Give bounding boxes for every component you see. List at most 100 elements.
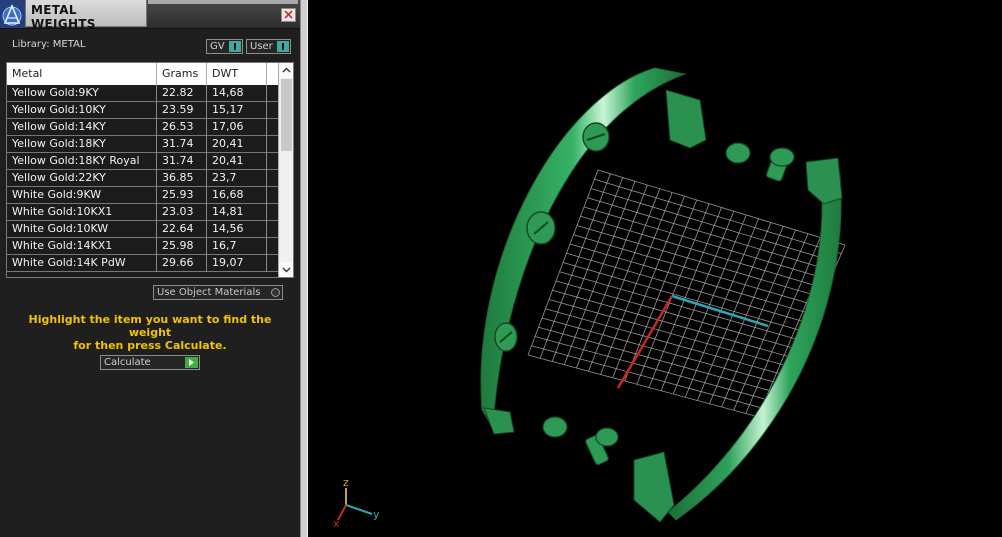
panel-divider[interactable] (300, 0, 308, 537)
scroll-down-button[interactable] (279, 262, 293, 277)
table-row[interactable]: White Gold:14KX1 25.98 16,7 (7, 238, 278, 255)
cell-divider (156, 255, 157, 272)
use-object-materials-label: Use Object Materials (157, 287, 261, 298)
user-toggle-indicator (277, 41, 289, 52)
y-axis-line (671, 294, 769, 328)
metal-table: Metal Grams DWT Yellow Gold:9KY 22.82 14,6… (6, 62, 294, 278)
dwt-cell: 20,41 (212, 137, 244, 150)
clasp-part-right (805, 157, 843, 205)
grams-cell: 31.74 (162, 154, 194, 167)
header-divider (206, 63, 207, 85)
cell-divider (266, 136, 267, 153)
instructions-line: Highlight the item you want to find the … (28, 313, 272, 339)
cell-divider (206, 238, 207, 255)
column-header-metal[interactable]: Metal (12, 67, 42, 80)
triad-y-label: y (373, 508, 380, 521)
metal-cell: Yellow Gold:22KY (12, 171, 106, 184)
calculate-arrow-button[interactable] (185, 357, 198, 368)
grams-cell: 36.85 (162, 171, 194, 184)
table-row[interactable]: Yellow Gold:18KY 31.74 20,41 (7, 136, 278, 153)
cell-divider (156, 238, 157, 255)
header-divider (266, 63, 267, 85)
calculate-arrow-icon (189, 359, 194, 366)
cell-divider (206, 170, 207, 187)
instructions-text: Highlight the item you want to find the … (10, 313, 290, 352)
cell-divider (156, 153, 157, 170)
table-scrollbar[interactable] (278, 63, 293, 277)
titlebar-strip (148, 0, 298, 4)
table-header: Metal Grams DWT (7, 63, 278, 85)
use-object-materials-option[interactable]: Use Object Materials (153, 285, 283, 300)
cell-divider (266, 119, 267, 136)
app-logo-icon (0, 0, 26, 28)
dwt-cell: 19,07 (212, 256, 244, 269)
table-row[interactable]: Yellow Gold:18KY Royal 31.74 20,41 (7, 153, 278, 170)
cell-divider (206, 187, 207, 204)
cell-divider (156, 119, 157, 136)
column-header-dwt[interactable]: DWT (212, 67, 238, 80)
panel-title-tab[interactable]: METAL WEIGHTS (25, 0, 147, 31)
library-label: Library: METAL (12, 39, 86, 50)
table-row[interactable]: Yellow Gold:10KY 23.59 15,17 (7, 102, 278, 119)
dwt-cell: 14,56 (212, 222, 244, 235)
close-icon (284, 10, 293, 19)
cell-divider (266, 221, 267, 238)
table-row[interactable]: Yellow Gold:14KY 26.53 17,06 (7, 119, 278, 136)
metal-cell: Yellow Gold:18KY (12, 137, 106, 150)
hinge-part-top (665, 89, 707, 149)
scroll-up-button[interactable] (279, 63, 293, 78)
grams-cell: 22.64 (162, 222, 194, 235)
panel-titlebar: METAL WEIGHTS (0, 0, 300, 31)
dwt-cell: 15,17 (212, 103, 244, 116)
table-row[interactable]: White Gold:9KW 25.93 16,68 (7, 187, 278, 204)
table-row[interactable]: White Gold:14K PdW 29.66 19,07 (7, 255, 278, 272)
cell-divider (206, 255, 207, 272)
metal-cell: White Gold:10KX1 (12, 205, 113, 218)
grams-cell: 22.82 (162, 86, 194, 99)
cell-divider (156, 187, 157, 204)
scroll-down-icon (282, 267, 291, 273)
3d-viewport[interactable]: z y x (308, 0, 1002, 537)
cell-divider (206, 153, 207, 170)
cell-divider (206, 204, 207, 221)
table-row[interactable]: Yellow Gold:22KY 36.85 23,7 (7, 170, 278, 187)
calculate-button[interactable]: Calculate (100, 355, 200, 370)
grams-cell: 23.59 (162, 103, 194, 116)
ring-band-right (667, 169, 842, 521)
triad-x-label: x (333, 517, 340, 530)
grams-cell: 26.53 (162, 120, 194, 133)
instructions-line: for then press Calculate. (73, 339, 227, 352)
table-row[interactable]: White Gold:10KX1 23.03 14,81 (7, 204, 278, 221)
triad-z-label: z (343, 476, 349, 489)
dwt-cell: 23,7 (212, 171, 237, 184)
gv-toggle-indicator (229, 41, 241, 52)
dwt-cell: 14,68 (212, 86, 244, 99)
radio-icon[interactable] (271, 288, 280, 297)
cell-divider (206, 119, 207, 136)
close-button[interactable] (281, 8, 296, 22)
metal-cell: White Gold:14KX1 (12, 239, 113, 252)
grams-cell: 25.93 (162, 188, 194, 201)
metal-cell: Yellow Gold:10KY (12, 103, 106, 116)
cell-divider (266, 187, 267, 204)
metal-cell: Yellow Gold:18KY Royal (12, 154, 140, 167)
metal-cell: Yellow Gold:14KY (12, 120, 106, 133)
axis-triad: z y x (333, 476, 380, 530)
cell-divider (206, 85, 207, 102)
table-row[interactable]: Yellow Gold:9KY 22.82 14,68 (7, 85, 278, 102)
table-row[interactable]: White Gold:10KW 22.64 14,56 (7, 221, 278, 238)
hinge-part-bottom (633, 451, 675, 523)
cell-divider (156, 136, 157, 153)
scroll-thumb[interactable] (281, 79, 292, 151)
metal-cell: White Gold:14K PdW (12, 256, 126, 269)
dwt-cell: 16,68 (212, 188, 244, 201)
grams-cell: 29.66 (162, 256, 194, 269)
user-toggle[interactable]: User (246, 39, 291, 54)
dwt-cell: 14,81 (212, 205, 244, 218)
column-header-grams[interactable]: Grams (162, 67, 198, 80)
dwt-cell: 16,7 (212, 239, 237, 252)
dwt-cell: 17,06 (212, 120, 244, 133)
gv-toggle[interactable]: GV (206, 39, 243, 54)
cell-divider (156, 102, 157, 119)
user-toggle-label: User (250, 41, 273, 52)
